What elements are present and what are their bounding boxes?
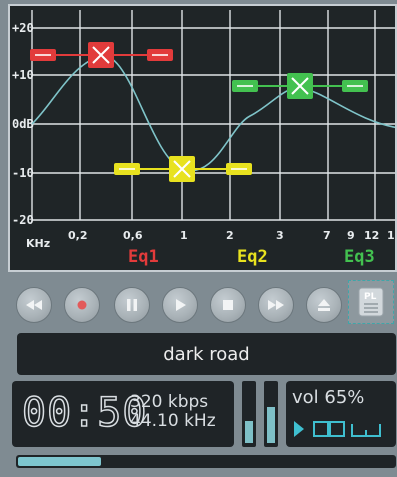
samplerate-label: 44.10 kHz: [130, 411, 216, 431]
band-label-eq3: Eq3: [344, 247, 375, 267]
time-panel[interactable]: 00:50 320 kbps 44.10 kHz: [12, 381, 234, 447]
volume-icons: [294, 421, 381, 437]
track-title: dark road: [163, 343, 250, 365]
freq-label: 0,6: [123, 229, 143, 242]
volume-panel[interactable]: vol 65%: [286, 381, 396, 447]
eq2-band-control[interactable]: [114, 156, 252, 182]
rewind-button[interactable]: [16, 287, 52, 323]
vu-meter-left-level: [245, 420, 253, 443]
rewind-icon: [26, 300, 42, 310]
db-label: 0dB: [12, 117, 34, 131]
equalizer-panel: +20 +10 0dB -10 -20 KHz 0,2 0,6 1 2 3 7 …: [8, 4, 397, 272]
db-label: -10: [12, 166, 34, 180]
record-icon: [77, 300, 87, 310]
eject-button[interactable]: [306, 287, 342, 323]
volume-label: vol 65%: [292, 387, 365, 408]
freq-label: 12: [364, 229, 379, 242]
play-mode-icon[interactable]: [294, 421, 304, 437]
freq-label: 16: [387, 229, 397, 242]
pause-button[interactable]: [114, 287, 150, 323]
db-label: +10: [12, 68, 34, 82]
seek-bar-fill: [18, 457, 101, 466]
eq1-center-node[interactable]: [88, 42, 114, 68]
repeat-icon[interactable]: [313, 421, 345, 437]
player-window: +20 +10 0dB -10 -20 KHz 0,2 0,6 1 2 3 7 …: [0, 0, 397, 477]
play-icon: [176, 299, 186, 311]
fast-forward-icon: [268, 300, 284, 310]
vu-meter-left: [242, 381, 256, 447]
vu-meter-right: [264, 381, 278, 447]
fast-forward-button[interactable]: [258, 287, 294, 323]
eq1-band-control[interactable]: [30, 42, 173, 68]
freq-label: 7: [323, 229, 331, 242]
play-button[interactable]: [162, 287, 198, 323]
playlist-icon: PL: [358, 287, 384, 317]
playlist-label: PL: [364, 292, 377, 302]
stop-button[interactable]: [210, 287, 246, 323]
eq-response-curve: [31, 55, 395, 172]
eq3-right-handle[interactable]: [342, 80, 368, 92]
eq1-right-handle[interactable]: [147, 49, 173, 61]
freq-label: 9: [347, 229, 355, 242]
shuffle-icon[interactable]: [351, 424, 381, 437]
freq-label: 3: [276, 229, 284, 242]
vu-meter-right-level: [267, 407, 275, 443]
eq2-center-node[interactable]: [169, 156, 195, 182]
eq2-right-handle[interactable]: [226, 163, 252, 175]
stop-icon: [223, 300, 233, 310]
db-label: -20: [12, 213, 34, 227]
eject-icon: [318, 299, 330, 311]
equalizer-graph: +20 +10 0dB -10 -20 KHz 0,2 0,6 1 2 3 7 …: [12, 10, 397, 267]
playlist-button[interactable]: PL: [348, 280, 394, 324]
pause-icon: [127, 299, 137, 311]
seek-bar[interactable]: [16, 455, 396, 468]
band-label-eq1: Eq1: [128, 247, 159, 267]
eq3-center-node[interactable]: [287, 73, 313, 99]
freq-label: 2: [226, 229, 234, 242]
bitrate-label: 320 kbps: [130, 392, 209, 412]
band-label-eq2: Eq2: [237, 247, 268, 267]
track-title-bar: dark road: [17, 333, 396, 375]
freq-label: 1: [180, 229, 188, 242]
eq2-left-handle[interactable]: [114, 163, 140, 175]
grid: [31, 10, 395, 221]
eq3-left-handle[interactable]: [232, 80, 258, 92]
unit-label: KHz: [26, 237, 50, 250]
eq3-band-control[interactable]: [232, 73, 368, 99]
transport-controls: PL: [10, 276, 397, 326]
eq1-left-handle[interactable]: [30, 49, 56, 61]
record-button[interactable]: [64, 287, 100, 323]
freq-label: 0,2: [68, 229, 88, 242]
elapsed-time: 00:50: [21, 389, 148, 437]
db-label: +20: [12, 21, 34, 35]
